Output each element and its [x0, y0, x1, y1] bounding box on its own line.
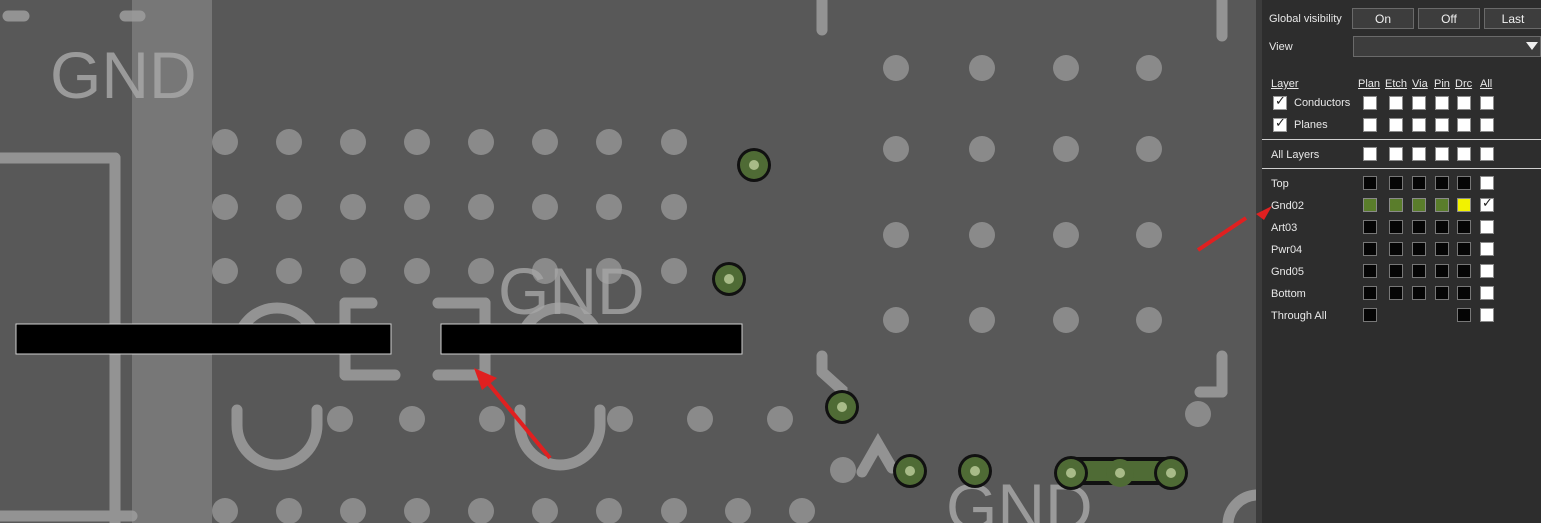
checkmark-icon: ✓ [1275, 116, 1286, 131]
column-header-plan[interactable]: Plan [1358, 78, 1380, 90]
layer-name-pwr04: Pwr04 [1271, 244, 1303, 256]
top-etch-checkbox[interactable] [1389, 176, 1403, 190]
gnd05-etch-checkbox[interactable] [1389, 264, 1403, 278]
gnd02-drc-checkbox[interactable] [1457, 198, 1471, 212]
gnd05-drc-checkbox[interactable] [1457, 264, 1471, 278]
top-drc-checkbox[interactable] [1457, 176, 1471, 190]
layer-name-gnd02: Gnd02 [1271, 200, 1305, 212]
visibility-panel: Global visibility On Off Last View Layer… [1256, 0, 1541, 523]
gnd02-pin-checkbox[interactable] [1435, 198, 1449, 212]
pwr04-plan-checkbox[interactable] [1363, 242, 1377, 256]
all-layers-plan-checkbox[interactable] [1363, 147, 1377, 161]
column-header-all[interactable]: All [1480, 78, 1492, 90]
layer-name-through-all: Through All [1271, 310, 1327, 322]
layer-name-top: Top [1271, 178, 1289, 190]
planes-group-checkbox[interactable]: ✓ [1273, 116, 1287, 132]
art03-pin-checkbox[interactable] [1435, 220, 1449, 234]
gnd02-all-checkbox[interactable]: ✓ [1480, 196, 1494, 212]
planes-drc-checkbox[interactable] [1457, 118, 1471, 132]
gnd02-plan-checkbox[interactable] [1363, 198, 1377, 212]
global-last-button[interactable]: Last [1484, 8, 1541, 29]
conductors-all-checkbox[interactable] [1480, 96, 1494, 110]
all-layers-pin-checkbox[interactable] [1435, 147, 1449, 161]
global-on-button[interactable]: On [1352, 8, 1414, 29]
conductors-drc-checkbox[interactable] [1457, 96, 1471, 110]
art03-all-checkbox[interactable] [1480, 220, 1494, 234]
layer-name-art03: Art03 [1271, 222, 1298, 234]
all-layers-label: All Layers [1271, 149, 1320, 161]
column-header-pin[interactable]: Pin [1434, 78, 1450, 90]
component-bar-left [15, 323, 392, 355]
through-all-drc-checkbox[interactable] [1457, 308, 1471, 322]
gnd-label-1: GND [50, 38, 197, 112]
top-all-checkbox[interactable] [1480, 176, 1494, 190]
checkmark-icon: ✓ [1482, 196, 1493, 211]
conductors-pin-checkbox[interactable] [1435, 96, 1449, 110]
view-label: View [1269, 41, 1293, 53]
planes-pin-checkbox[interactable] [1435, 118, 1449, 132]
pwr04-all-checkbox[interactable] [1480, 242, 1494, 256]
pwr04-etch-checkbox[interactable] [1389, 242, 1403, 256]
gnd-label-2: GND [498, 254, 645, 328]
top-via-checkbox[interactable] [1412, 176, 1426, 190]
art03-plan-checkbox[interactable] [1363, 220, 1377, 234]
global-visibility-label: Global visibility [1269, 13, 1342, 25]
chevron-down-icon[interactable] [1526, 42, 1538, 50]
column-header-etch[interactable]: Etch [1385, 78, 1407, 90]
art03-via-checkbox[interactable] [1412, 220, 1426, 234]
art03-drc-checkbox[interactable] [1457, 220, 1471, 234]
bottom-etch-checkbox[interactable] [1389, 286, 1403, 300]
all-layers-drc-checkbox[interactable] [1457, 147, 1471, 161]
planes-etch-checkbox[interactable] [1389, 118, 1403, 132]
view-select[interactable] [1353, 36, 1541, 57]
gnd05-all-checkbox[interactable] [1480, 264, 1494, 278]
planes-label: Planes [1294, 119, 1328, 131]
conductors-etch-checkbox[interactable] [1389, 96, 1403, 110]
column-header-layer: Layer [1271, 78, 1299, 90]
conductors-label: Conductors [1294, 97, 1351, 109]
checkmark-icon: ✓ [1275, 94, 1286, 109]
pwr04-via-checkbox[interactable] [1412, 242, 1426, 256]
through-all-all-checkbox[interactable] [1480, 308, 1494, 322]
conductors-via-checkbox[interactable] [1412, 96, 1426, 110]
bottom-via-checkbox[interactable] [1412, 286, 1426, 300]
art03-etch-checkbox[interactable] [1389, 220, 1403, 234]
all-layers-via-checkbox[interactable] [1412, 147, 1426, 161]
column-header-via[interactable]: Via [1412, 78, 1428, 90]
bottom-drc-checkbox[interactable] [1457, 286, 1471, 300]
gnd02-via-checkbox[interactable] [1412, 198, 1426, 212]
gnd02-etch-checkbox[interactable] [1389, 198, 1403, 212]
column-header-drc[interactable]: Drc [1455, 78, 1472, 90]
conductors-plan-checkbox[interactable] [1363, 96, 1377, 110]
divider [1262, 139, 1541, 140]
gnd05-plan-checkbox[interactable] [1363, 264, 1377, 278]
planes-via-checkbox[interactable] [1412, 118, 1426, 132]
bottom-pin-checkbox[interactable] [1435, 286, 1449, 300]
pwr04-drc-checkbox[interactable] [1457, 242, 1471, 256]
conductors-group-checkbox[interactable]: ✓ [1273, 94, 1287, 110]
gnd05-pin-checkbox[interactable] [1435, 264, 1449, 278]
layer-name-bottom: Bottom [1271, 288, 1306, 300]
planes-all-checkbox[interactable] [1480, 118, 1494, 132]
component-bar-right [440, 323, 743, 355]
divider [1262, 168, 1541, 169]
global-off-button[interactable]: Off [1418, 8, 1480, 29]
top-plan-checkbox[interactable] [1363, 176, 1377, 190]
pwr04-pin-checkbox[interactable] [1435, 242, 1449, 256]
all-layers-etch-checkbox[interactable] [1389, 147, 1403, 161]
planes-plan-checkbox[interactable] [1363, 118, 1377, 132]
all-layers-all-checkbox[interactable] [1480, 147, 1494, 161]
bottom-all-checkbox[interactable] [1480, 286, 1494, 300]
top-pin-checkbox[interactable] [1435, 176, 1449, 190]
pcb-canvas[interactable]: GND GND GND [0, 0, 1256, 523]
layer-name-gnd05: Gnd05 [1271, 266, 1305, 278]
bottom-plan-checkbox[interactable] [1363, 286, 1377, 300]
through-all-plan-checkbox[interactable] [1363, 308, 1377, 322]
gnd05-via-checkbox[interactable] [1412, 264, 1426, 278]
